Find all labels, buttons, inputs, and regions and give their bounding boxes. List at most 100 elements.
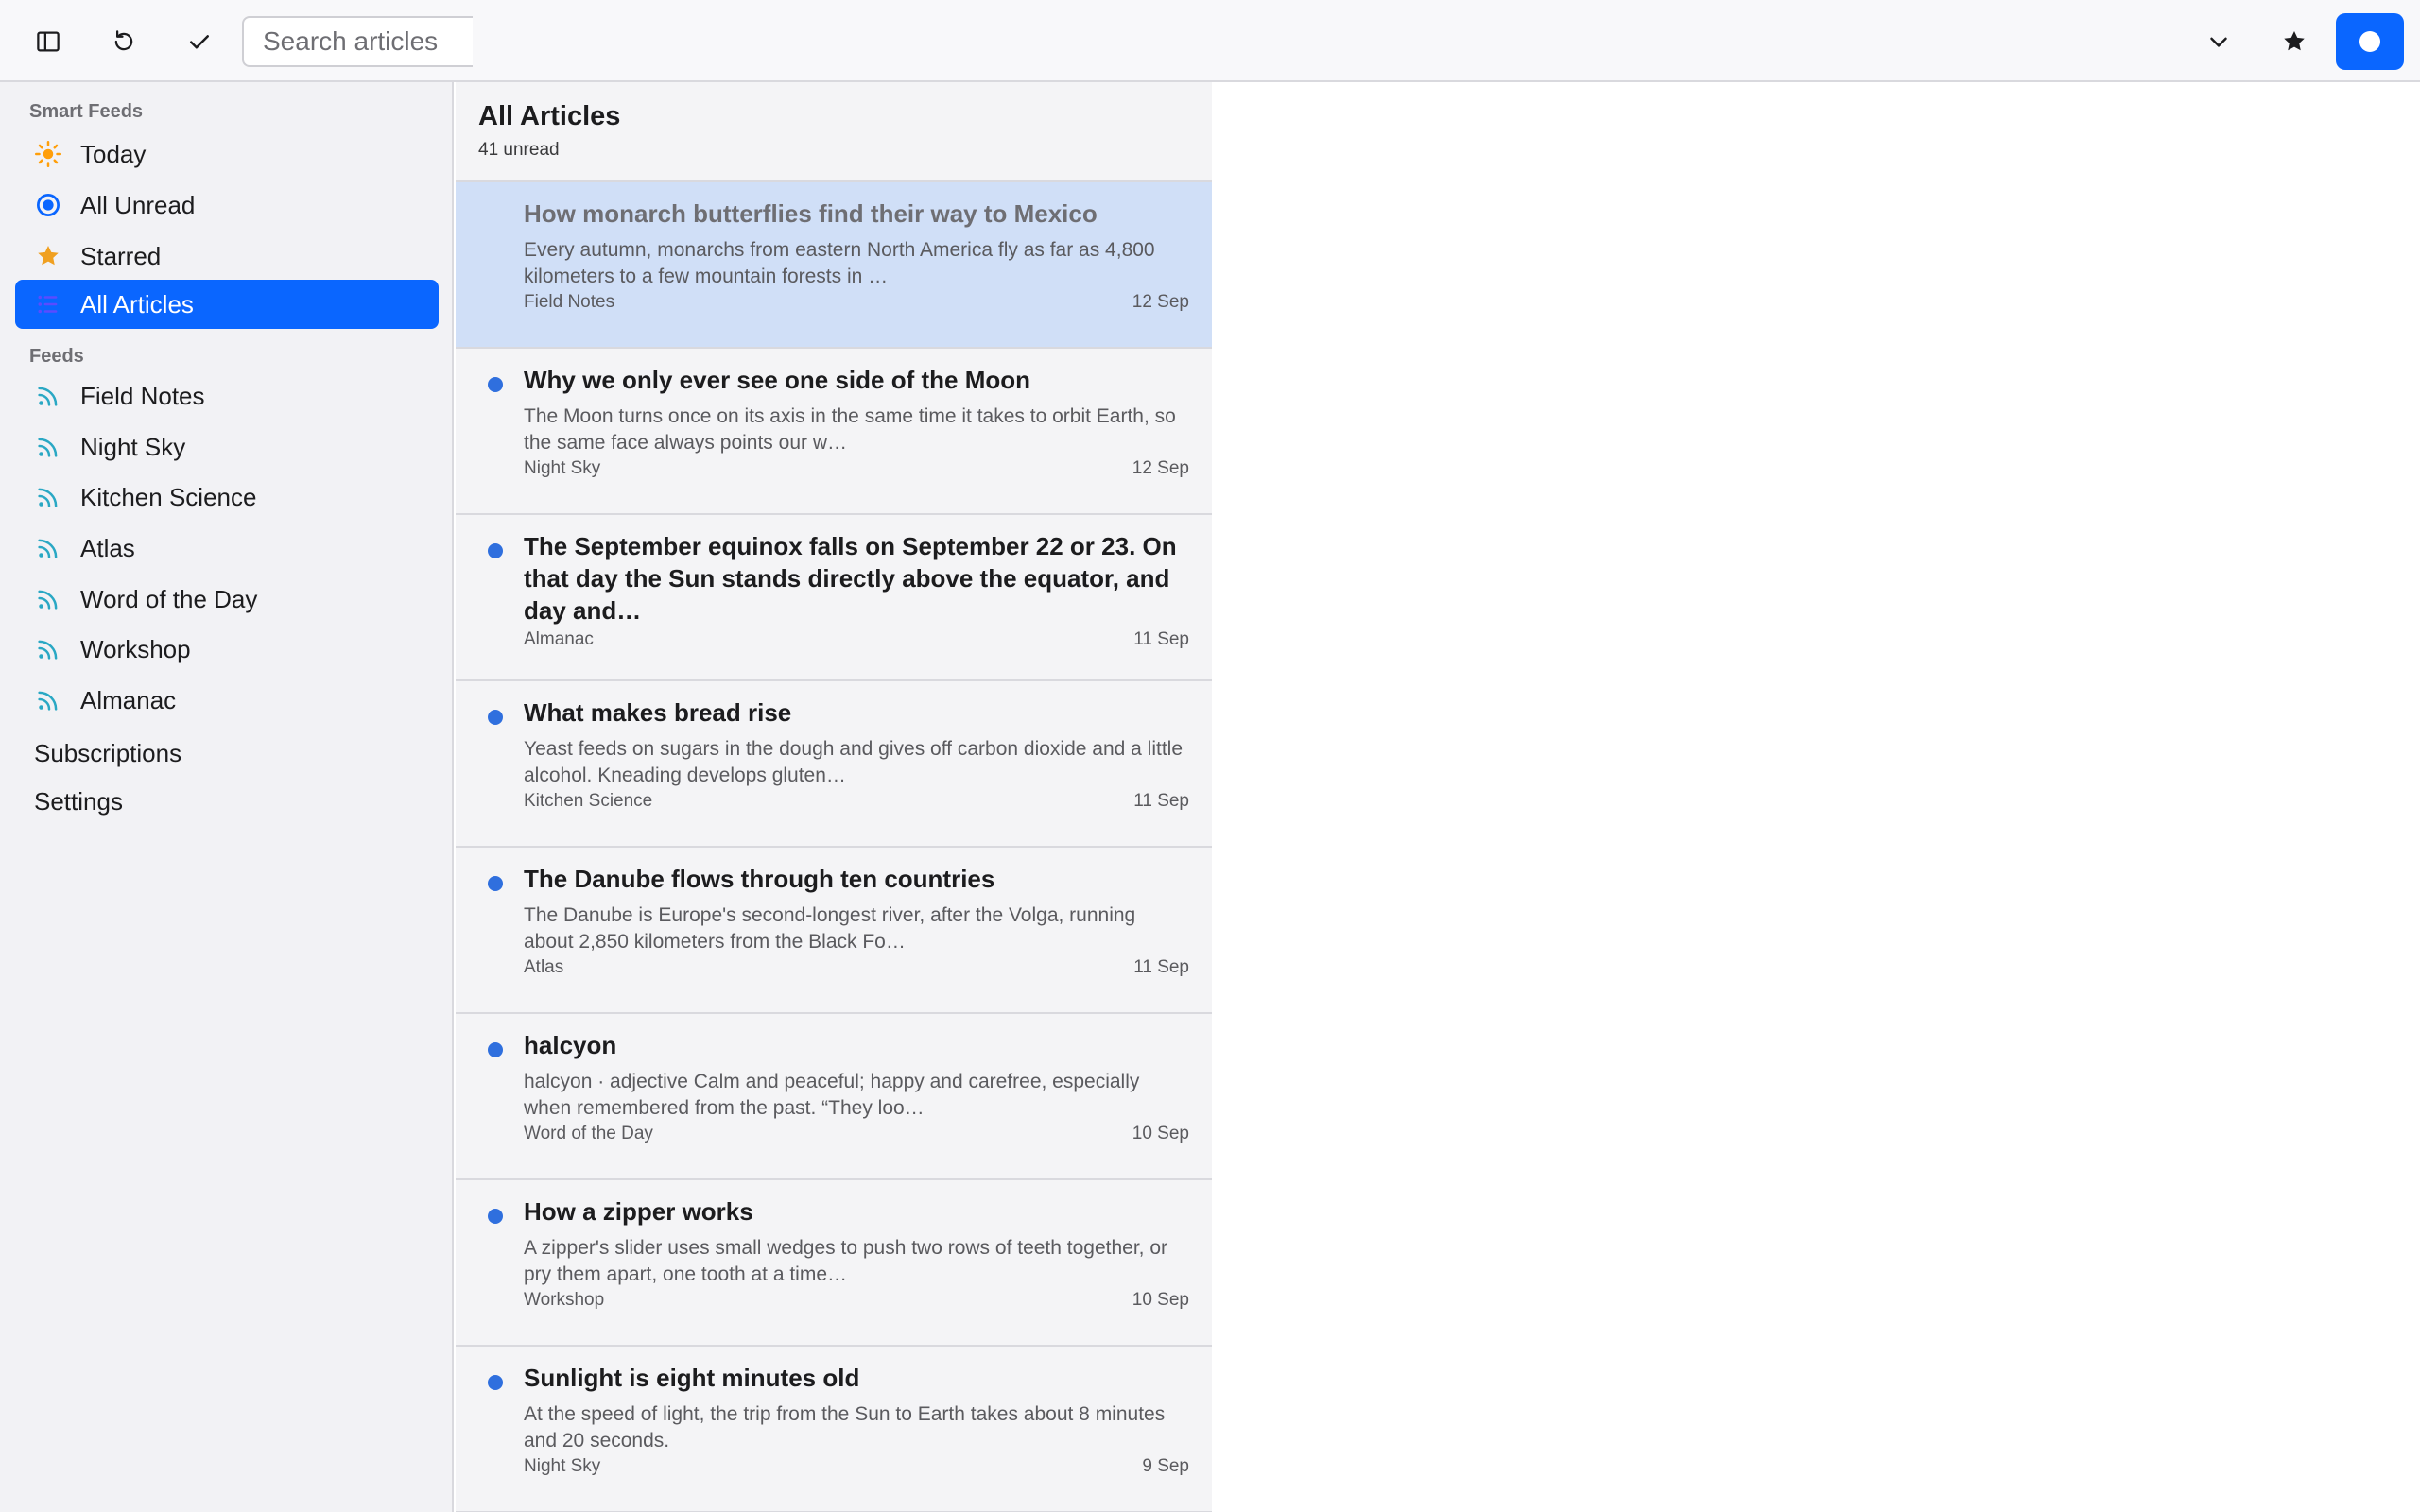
refresh-button[interactable] (95, 13, 152, 70)
article-row[interactable]: How monarch butterflies find their way t… (456, 182, 1212, 349)
article-title: Sunlight is eight minutes old (524, 1364, 860, 1392)
toolbar (0, 0, 2420, 82)
subscriptions-link[interactable]: Subscriptions (34, 739, 182, 768)
sidebar-item-feed[interactable]: Night Sky (15, 422, 439, 472)
sidebar: Smart Feeds Today All Unread Starred All… (0, 82, 454, 1512)
article-row[interactable]: Why we only ever see one side of the Moo… (456, 349, 1212, 515)
article-date: 10 Sep (1132, 1124, 1189, 1143)
sidebar-toggle-button[interactable] (20, 13, 77, 70)
list-header: All Articles 41 unread (456, 82, 1212, 182)
article-row[interactable]: What makes bread rise Yeast feeds on suga… (456, 681, 1212, 848)
sidebar-item-label: Field Notes (80, 382, 205, 410)
article-row[interactable]: The September equinox falls on September… (456, 515, 1212, 681)
article-source: Workshop (524, 1290, 605, 1310)
sidebar-item-label: Almanac (80, 686, 177, 714)
article-title: The Danube flows through ten countries (524, 865, 995, 893)
rss-icon (34, 483, 62, 511)
article-title: halcyon (524, 1031, 617, 1059)
refresh-icon (114, 30, 133, 51)
article-source: Atlas (524, 957, 564, 977)
feeds-heading: Feeds (29, 346, 84, 367)
star-icon (34, 242, 62, 270)
sidebar-item-today[interactable]: Today (15, 129, 439, 179)
sidebar-item-feed[interactable]: Word of the Day (15, 575, 439, 624)
sidebar-item-all-articles[interactable]: All Articles (15, 280, 439, 329)
dropdown-button[interactable] (2190, 13, 2247, 70)
sidebar-item-starred[interactable]: Starred (15, 232, 439, 281)
article-row[interactable]: Sunlight is eight minutes old At the spee… (456, 1347, 1212, 1512)
sidebar-item-label: All Unread (80, 191, 196, 219)
sidebar-item-feed[interactable]: Kitchen Science (15, 472, 439, 522)
star-button[interactable] (2266, 13, 2323, 70)
sidebar-item-feed[interactable]: Workshop (15, 625, 439, 674)
rss-icon (34, 585, 62, 613)
sidebar-item-label: Today (80, 140, 147, 168)
sidebar-toggle-icon (37, 31, 60, 52)
page-title: All Articles (478, 101, 621, 131)
smart-feeds-heading: Smart Feeds (29, 101, 144, 122)
reading-pane (1212, 82, 2420, 1512)
sun-icon (34, 140, 62, 168)
unread-circle-icon (34, 191, 62, 219)
sidebar-item-label: Atlas (80, 534, 135, 562)
unread-dot-icon (488, 543, 503, 558)
record-icon (2360, 31, 2380, 52)
article-list-pane: All Articles 41 unread How monarch butte… (456, 82, 1212, 1512)
chevron-down-icon (2210, 37, 2227, 47)
article-date: 11 Sep (1133, 957, 1189, 977)
article-date: 10 Sep (1132, 1290, 1189, 1310)
rss-icon (34, 635, 62, 663)
sidebar-item-label: Word of the Day (80, 585, 258, 613)
article-date: 12 Sep (1132, 458, 1189, 478)
article-source: Almanac (524, 629, 594, 649)
article-title: Why we only ever see one side of the Moo… (524, 366, 1030, 394)
article-summary: A zipper's slider uses small wedges to p… (524, 1237, 1168, 1285)
article-summary: Every autumn, monarchs from eastern Nort… (524, 239, 1155, 287)
article-source: Field Notes (524, 292, 615, 312)
article-summary: The Moon turns once on its axis in the s… (524, 405, 1176, 454)
article-source: Night Sky (524, 1456, 601, 1476)
sidebar-item-label: All Articles (80, 290, 194, 318)
search-input[interactable] (242, 16, 473, 67)
sidebar-item-label: Starred (80, 242, 162, 270)
article-row[interactable]: The Danube flows through ten countries Th… (456, 848, 1212, 1014)
settings-link[interactable]: Settings (34, 787, 123, 816)
star-icon (2284, 31, 2305, 51)
rss-icon (34, 433, 62, 461)
article-title: The September equinox falls on September… (524, 532, 1177, 625)
unread-dot-icon (488, 710, 503, 725)
article-source: Word of the Day (524, 1124, 653, 1143)
sidebar-item-feed[interactable]: Almanac (15, 676, 439, 725)
sidebar-item-all-unread[interactable]: All Unread (15, 180, 439, 230)
article-date: 9 Sep (1142, 1456, 1189, 1476)
unread-dot-icon (488, 1209, 503, 1224)
article-date: 12 Sep (1132, 292, 1189, 312)
sidebar-item-label: Workshop (80, 635, 191, 663)
rss-icon (34, 382, 62, 410)
article-summary: Yeast feeds on sugars in the dough and g… (524, 738, 1183, 786)
article-row[interactable]: halcyon halcyon · adjective Calm and peac… (456, 1014, 1212, 1180)
article-summary: At the speed of light, the trip from the… (524, 1403, 1166, 1452)
article-title: How monarch butterflies find their way t… (524, 199, 1098, 228)
article-date: 11 Sep (1133, 629, 1189, 649)
article-summary: halcyon · adjective Calm and peaceful; h… (524, 1071, 1140, 1119)
list-icon (34, 290, 62, 318)
sidebar-item-label: Night Sky (80, 433, 186, 461)
rss-icon (34, 534, 62, 562)
article-source: Kitchen Science (524, 791, 653, 811)
article-summary: The Danube is Europe's second-longest ri… (524, 904, 1136, 953)
unread-dot-icon (488, 1375, 503, 1390)
article-row[interactable]: How a zipper works A zipper's slider uses… (456, 1180, 1212, 1347)
checkmark-icon (190, 35, 209, 49)
sidebar-item-feed[interactable]: Field Notes (15, 371, 439, 421)
sidebar-item-feed[interactable]: Atlas (15, 524, 439, 573)
article-source: Night Sky (524, 458, 601, 478)
mark-all-read-button[interactable] (171, 13, 228, 70)
unread-count: 41 unread (478, 140, 560, 160)
article-title: How a zipper works (524, 1197, 753, 1226)
primary-action-button[interactable] (2336, 13, 2404, 70)
article-date: 11 Sep (1133, 791, 1189, 811)
unread-dot-icon (488, 377, 503, 392)
rss-icon (34, 686, 62, 714)
article-title: What makes bread rise (524, 698, 792, 727)
